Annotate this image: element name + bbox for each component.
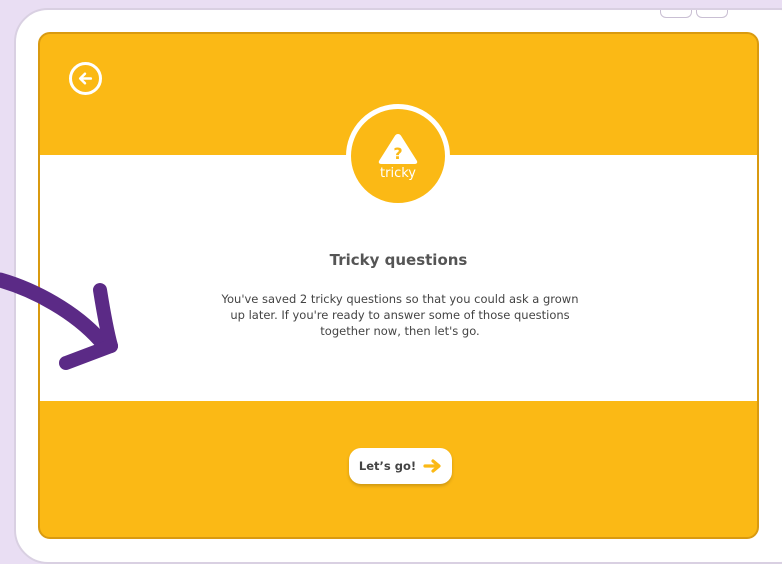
- tricky-questions-screen: ? tricky Tricky questions You've saved 2…: [38, 32, 759, 539]
- lets-go-button[interactable]: Let’s go!: [349, 448, 452, 484]
- lets-go-label: Let’s go!: [358, 459, 417, 473]
- description-text: You've saved 2 tricky questions so that …: [221, 292, 579, 338]
- warning-triangle-icon: ?: [378, 134, 418, 164]
- camera-notch: [696, 10, 728, 18]
- arrow-left-icon: [78, 72, 93, 85]
- arrow-right-icon: [423, 459, 441, 473]
- tricky-badge: ? tricky: [346, 104, 450, 208]
- question-mark-glyph: ?: [393, 144, 402, 163]
- back-button[interactable]: [69, 62, 102, 95]
- camera-notch: [660, 10, 692, 18]
- page-title: Tricky questions: [329, 251, 468, 269]
- badge-label: tricky: [380, 166, 416, 181]
- hand-drawn-arrow-icon: [0, 272, 118, 370]
